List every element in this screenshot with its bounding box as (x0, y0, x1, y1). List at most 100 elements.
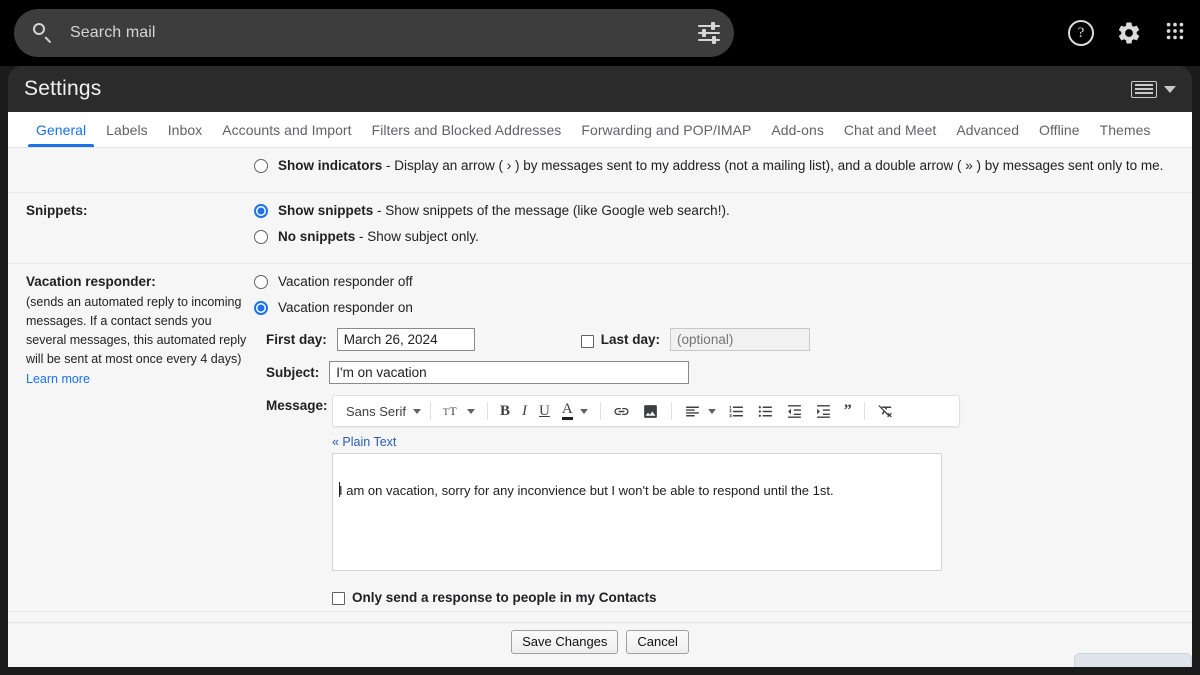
apps-grid-icon[interactable] (1164, 20, 1190, 46)
option-no-snippets-description: - Show subject only. (355, 229, 479, 244)
first-day-label: First day: (266, 332, 327, 347)
vacation-responder-note: (sends an automated reply to incoming me… (26, 295, 247, 366)
last-day-group: Last day: (580, 328, 811, 351)
tab-chat-and-meet[interactable]: Chat and Meet (834, 122, 946, 147)
first-day-line: First day: Last day: (266, 328, 1174, 351)
bold-icon[interactable]: B (495, 398, 515, 424)
settings-content-panel: Show indicators - Display an arrow ( › )… (8, 148, 1192, 667)
row-label-empty (26, 156, 254, 182)
top-app-bar: Search mail ? (0, 0, 1200, 66)
svg-text:T: T (449, 404, 457, 418)
vacation-responder-label: Vacation responder: (26, 274, 156, 289)
option-show-snippets[interactable]: Show snippets - Show snippets of the mes… (254, 201, 1174, 221)
row-vacation-responder: Vacation responder: (sends an automated … (8, 264, 1192, 612)
subject-line: Subject: (266, 361, 1174, 384)
settings-shell: Settings General Labels Inbox Accounts a… (0, 66, 1200, 675)
option-no-snippets[interactable]: No snippets - Show subject only. (254, 227, 1174, 247)
plain-text-link[interactable]: « Plain Text (332, 435, 396, 449)
editor-toolbar: Sans Serif TT B I U A ” (332, 395, 960, 427)
gear-icon[interactable] (1116, 20, 1142, 46)
chevron-down-icon (579, 408, 588, 414)
tab-inbox[interactable]: Inbox (158, 122, 213, 147)
vacation-responder-label-block: Vacation responder: (sends an automated … (26, 272, 254, 605)
option-show-snippets-label: Show snippets (278, 203, 374, 218)
checkbox-contacts-only[interactable] (332, 592, 345, 605)
help-icon[interactable]: ? (1068, 20, 1094, 46)
quote-icon[interactable]: ” (839, 398, 857, 424)
subject-input[interactable] (329, 361, 690, 384)
display-density-icon[interactable] (1131, 80, 1157, 98)
tab-accounts-and-import[interactable]: Accounts and Import (212, 122, 361, 147)
contacts-only-line[interactable]: Only send a response to people in my Con… (332, 589, 1174, 605)
learn-more-link[interactable]: Learn more (26, 372, 90, 386)
search-bar[interactable]: Search mail (14, 9, 734, 57)
text-color-icon[interactable]: A (557, 398, 593, 424)
option-show-indicators[interactable]: Show indicators - Display an arrow ( › )… (254, 156, 1174, 176)
contacts-only-label: Only send a response to people in my Con… (352, 589, 657, 605)
settings-footer: Save Changes Cancel (8, 622, 1192, 661)
radio-show-snippets[interactable] (254, 204, 268, 218)
option-vacation-off-label: Vacation responder off (278, 274, 413, 289)
italic-icon[interactable]: I (517, 398, 532, 424)
message-body-text: I am on vacation, sorry for any inconvie… (339, 483, 834, 498)
radio-show-indicators[interactable] (254, 159, 268, 173)
insert-link-icon[interactable] (608, 398, 635, 424)
message-editor: Sans Serif TT B I U A ” « Plain Text I a… (332, 395, 1174, 605)
numbered-list-icon[interactable] (723, 398, 750, 424)
row-personal-level-indicators: Show indicators - Display an arrow ( › )… (8, 148, 1192, 193)
chat-panel-peek[interactable] (1074, 653, 1192, 667)
bulleted-list-icon[interactable] (752, 398, 779, 424)
message-body-input[interactable]: I am on vacation, sorry for any inconvie… (332, 453, 942, 571)
personal-indicators-options: Show indicators - Display an arrow ( › )… (254, 156, 1174, 182)
settings-tabs: General Labels Inbox Accounts and Import… (8, 112, 1192, 148)
option-vacation-on[interactable]: Vacation responder on (254, 298, 1174, 318)
tab-add-ons[interactable]: Add-ons (761, 122, 834, 147)
chevron-down-icon (412, 408, 421, 414)
insert-image-icon[interactable] (637, 398, 664, 424)
outdent-icon[interactable] (781, 398, 808, 424)
snippets-label: Snippets: (26, 203, 88, 218)
cancel-button[interactable]: Cancel (626, 630, 689, 654)
search-input[interactable]: Search mail (70, 24, 156, 42)
radio-no-snippets[interactable] (254, 230, 268, 244)
option-show-snippets-description: - Show snippets of the message (like Goo… (373, 203, 730, 218)
row-snippets: Snippets: Show snippets - Show snippets … (8, 193, 1192, 264)
radio-vacation-responder-off[interactable] (254, 275, 268, 289)
tab-advanced[interactable]: Advanced (946, 122, 1029, 147)
first-day-input[interactable] (336, 328, 475, 351)
align-icon[interactable] (679, 398, 721, 424)
tab-forwarding-and-pop-imap[interactable]: Forwarding and POP/IMAP (571, 122, 761, 147)
indent-icon[interactable] (810, 398, 837, 424)
tab-general[interactable]: General (26, 122, 96, 147)
search-icon (32, 22, 54, 44)
display-density-control[interactable] (1131, 80, 1176, 98)
svg-text:T: T (443, 407, 449, 417)
chevron-down-icon[interactable] (1164, 85, 1176, 93)
option-no-snippets-label: No snippets (278, 229, 356, 244)
text-cursor (339, 482, 340, 497)
page-title: Settings (24, 77, 102, 100)
settings-header: Settings (8, 66, 1192, 112)
tab-themes[interactable]: Themes (1090, 122, 1161, 147)
remove-formatting-icon[interactable] (872, 398, 899, 424)
tab-filters-and-blocked-addresses[interactable]: Filters and Blocked Addresses (362, 122, 572, 147)
chevron-down-icon (466, 408, 475, 414)
radio-vacation-responder-on[interactable] (254, 301, 268, 315)
divider (670, 402, 672, 420)
font-family-dropdown[interactable]: Sans Serif (341, 398, 423, 424)
save-changes-button[interactable]: Save Changes (511, 630, 619, 654)
tab-offline[interactable]: Offline (1029, 122, 1090, 147)
chevron-down-icon (707, 408, 716, 414)
option-show-indicators-label: Show indicators (278, 158, 383, 173)
divider (429, 402, 431, 420)
tab-labels[interactable]: Labels (96, 122, 158, 147)
option-show-indicators-description: - Display an arrow ( › ) by messages sen… (382, 158, 1164, 173)
font-size-icon[interactable]: TT (438, 398, 480, 424)
checkbox-last-day[interactable] (580, 334, 594, 348)
underline-icon[interactable]: U (534, 398, 555, 424)
subject-label: Subject: (266, 365, 320, 380)
search-options-icon[interactable] (698, 22, 720, 44)
option-vacation-off[interactable]: Vacation responder off (254, 272, 1174, 292)
last-day-input[interactable] (670, 328, 811, 351)
last-day-label: Last day: (600, 332, 661, 347)
